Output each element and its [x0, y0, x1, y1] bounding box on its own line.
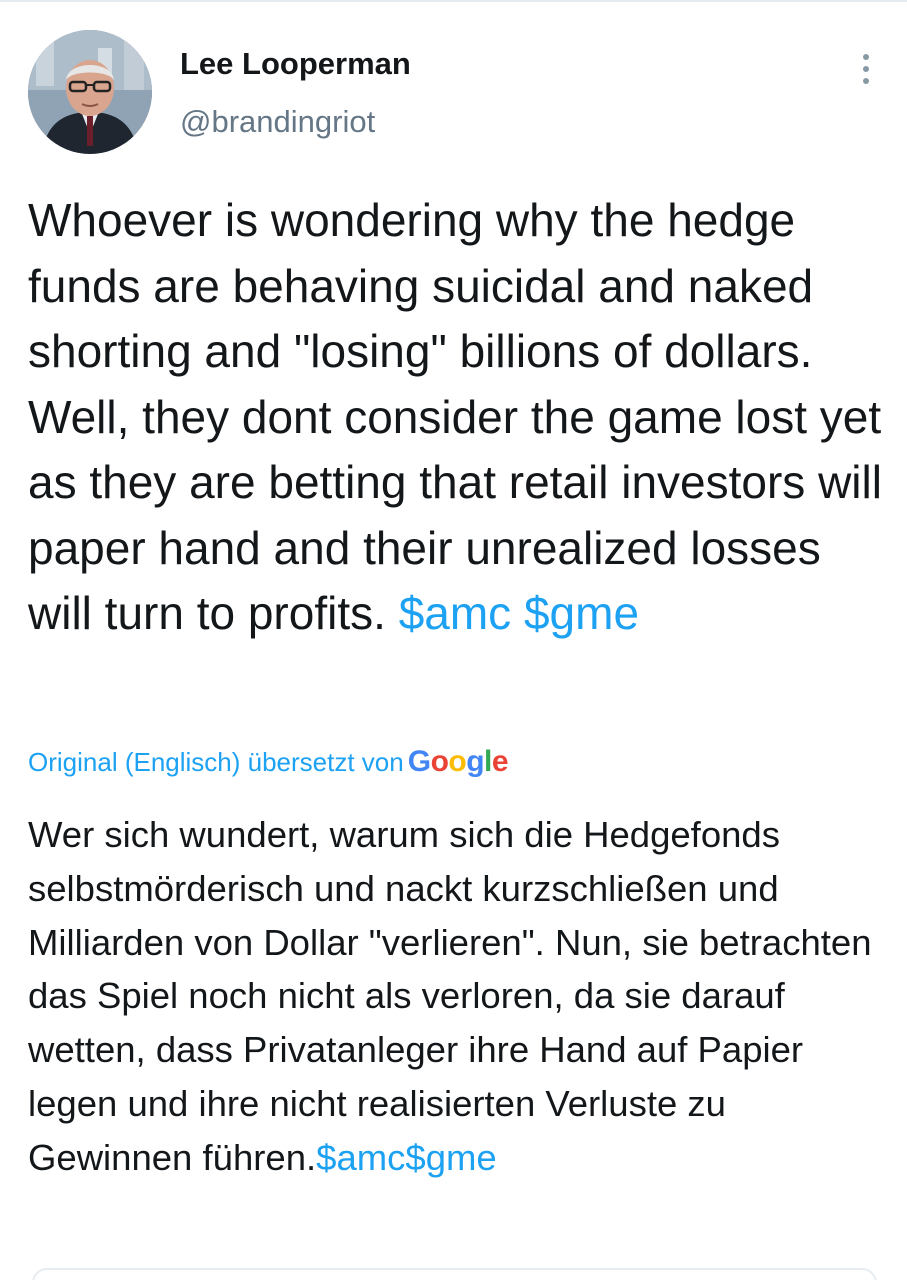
tweet-card: Lee Looperman @brandingriot Whoever is w…: [0, 0, 907, 1280]
tweet-body: Whoever is wondering why the hedge funds…: [28, 188, 888, 647]
avatar-photo: [28, 30, 152, 154]
translated-text: Wer sich wundert, warum sich die Hedgefo…: [28, 814, 872, 1178]
google-logo: Google: [407, 745, 509, 778]
more-options-button[interactable]: [856, 50, 876, 94]
translation-note-text: Original (Englisch) übersetzt von: [28, 747, 404, 777]
translated-cashtags[interactable]: $amc$gme: [316, 1137, 497, 1178]
cashtag-amc[interactable]: $amc: [399, 587, 511, 639]
cashtag-gme[interactable]: $gme: [524, 587, 639, 639]
top-divider: [0, 0, 907, 2]
translation-attribution[interactable]: Original (Englisch) übersetzt von Google: [28, 744, 509, 780]
tweet-header: Lee Looperman @brandingriot: [28, 30, 888, 160]
author-display-name[interactable]: Lee Looperman: [180, 44, 411, 84]
author-handle[interactable]: @brandingriot: [180, 102, 411, 142]
avatar[interactable]: [28, 30, 152, 154]
translated-body: Wer sich wundert, warum sich die Hedgefo…: [28, 808, 888, 1185]
more-vertical-icon: [856, 54, 876, 84]
tweet-text: Whoever is wondering why the hedge funds…: [28, 194, 882, 639]
next-card-edge: [32, 1268, 877, 1280]
author-names: Lee Looperman @brandingriot: [180, 44, 411, 142]
